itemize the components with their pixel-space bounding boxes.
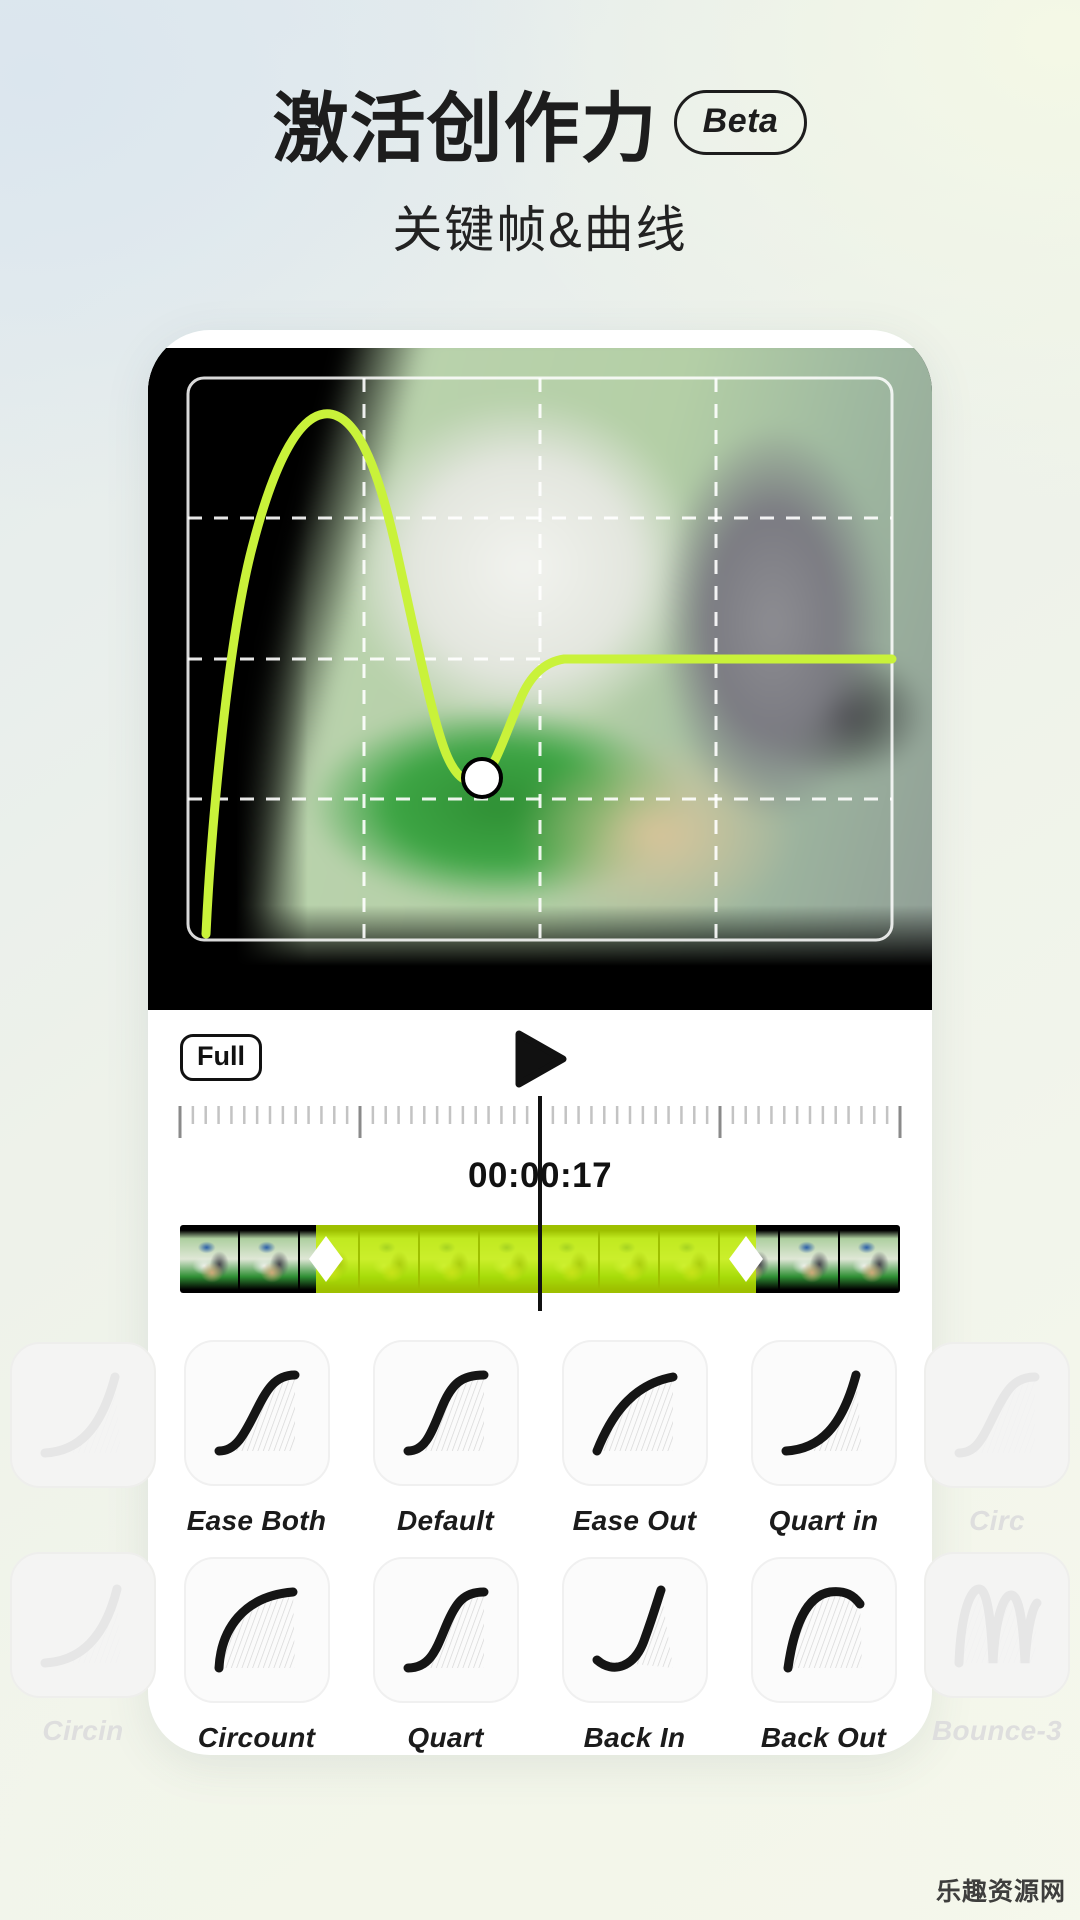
curve-circount-icon [214, 1587, 297, 1673]
easing-preset-back-out[interactable]: Back Out [729, 1557, 918, 1754]
easing-preset-label: Circount [197, 1722, 316, 1753]
easing-preset-ghost[interactable] [8, 1342, 158, 1552]
easing-preset-card[interactable] [183, 1340, 330, 1486]
curve-ease-both-icon [214, 1370, 299, 1456]
curve-back-in-icon [592, 1585, 673, 1672]
easing-preset-ghost[interactable]: Circ [922, 1342, 1072, 1552]
easing-preset-quart[interactable]: Quart [351, 1557, 540, 1754]
keyframe-dot-icon[interactable] [461, 757, 503, 799]
curve-back-out-icon [783, 1587, 864, 1673]
curve-ease-out-icon [592, 1372, 677, 1456]
page-header: 激活创作力 Beta 关键帧&曲线 [0, 0, 1080, 262]
curve-circin-icon [40, 1584, 122, 1668]
easing-preset-card[interactable] [750, 1557, 897, 1703]
easing-preset-card[interactable] [561, 1340, 708, 1486]
curve-default-icon [403, 1370, 488, 1456]
easing-preset-label: Ease Out [572, 1505, 697, 1536]
player-control-bar: Full [148, 1010, 932, 1102]
watermark: 乐趣资源网 [935, 1878, 1066, 1906]
filmstrip-thumbnail [240, 1225, 300, 1293]
beta-badge: Beta [673, 89, 808, 155]
easing-preset-circount[interactable]: Circount [162, 1557, 351, 1754]
full-view-button[interactable]: Full [180, 1034, 262, 1081]
easing-preset-card[interactable] [561, 1557, 708, 1703]
phone-mockup: Full 00:00:17 Ease BothDefaultEase OutQu… [148, 330, 932, 1755]
selected-clip-range[interactable] [316, 1225, 756, 1293]
curve-quart-icon [403, 1587, 488, 1673]
easing-preset-default[interactable]: Default [351, 1340, 540, 1537]
filmstrip-thumbnail [180, 1225, 240, 1293]
easing-preset-card[interactable] [750, 1340, 897, 1486]
easing-preset-label: Back In [583, 1722, 686, 1753]
easing-preset-label: Ease Both [186, 1505, 327, 1536]
play-icon[interactable] [513, 1030, 567, 1088]
easing-preset-ease-out[interactable]: Ease Out [540, 1340, 729, 1537]
easing-preset-ghost-card[interactable] [924, 1552, 1070, 1698]
curve-circ-icon [954, 1372, 1040, 1458]
easing-preset-ghost-card[interactable] [924, 1342, 1070, 1488]
video-preview[interactable] [148, 348, 932, 1010]
easing-preset-ghost-column-left: Circin [8, 1342, 158, 1762]
easing-preset-ghost-label: Circin [42, 1715, 124, 1746]
easing-preset-ghost-label: Bounce-3 [932, 1715, 1062, 1746]
curve-quart-in-icon [781, 1370, 862, 1456]
easing-preset-card[interactable] [372, 1340, 519, 1486]
easing-preset-label: Back Out [760, 1722, 887, 1753]
curve-editor[interactable] [148, 348, 932, 1010]
curve-bounce3-icon [954, 1584, 1042, 1668]
easing-preset-card[interactable] [372, 1557, 519, 1703]
easing-preset-ghost-column-right: Circ Bounce-3 [922, 1342, 1072, 1762]
page-title: 激活创作力 [272, 87, 658, 172]
easing-preset-ghost[interactable]: Circin [8, 1552, 158, 1762]
easing-preset-label: Default [397, 1505, 494, 1536]
filmstrip-thumbnail [780, 1225, 840, 1293]
easing-preset-ghost-card[interactable] [10, 1342, 156, 1488]
easing-preset-ghost-card[interactable] [10, 1552, 156, 1698]
curve-quart-in-icon [40, 1372, 121, 1458]
easing-preset-ghost-label: Circ [969, 1505, 1025, 1536]
easing-preset-back-in[interactable]: Back In [540, 1557, 729, 1754]
page-subtitle: 关键帧&曲线 [392, 202, 688, 258]
easing-preset-quart-in[interactable]: Quart in [729, 1340, 918, 1537]
easing-preset-card[interactable] [183, 1557, 330, 1703]
easing-preset-grid: Ease Both Default Ease Out Quart in Circount… [148, 1340, 932, 1754]
easing-preset-label: Quart in [768, 1505, 879, 1536]
filmstrip-thumbnail [840, 1225, 900, 1293]
easing-preset-ease-both[interactable]: Ease Both [162, 1340, 351, 1537]
easing-preset-ghost[interactable]: Bounce-3 [922, 1552, 1072, 1762]
title-row: 激活创作力 Beta [0, 0, 1080, 168]
easing-preset-label: Quart [407, 1722, 484, 1753]
animation-curve-path[interactable] [201, 409, 897, 939]
playhead[interactable] [538, 1096, 542, 1311]
